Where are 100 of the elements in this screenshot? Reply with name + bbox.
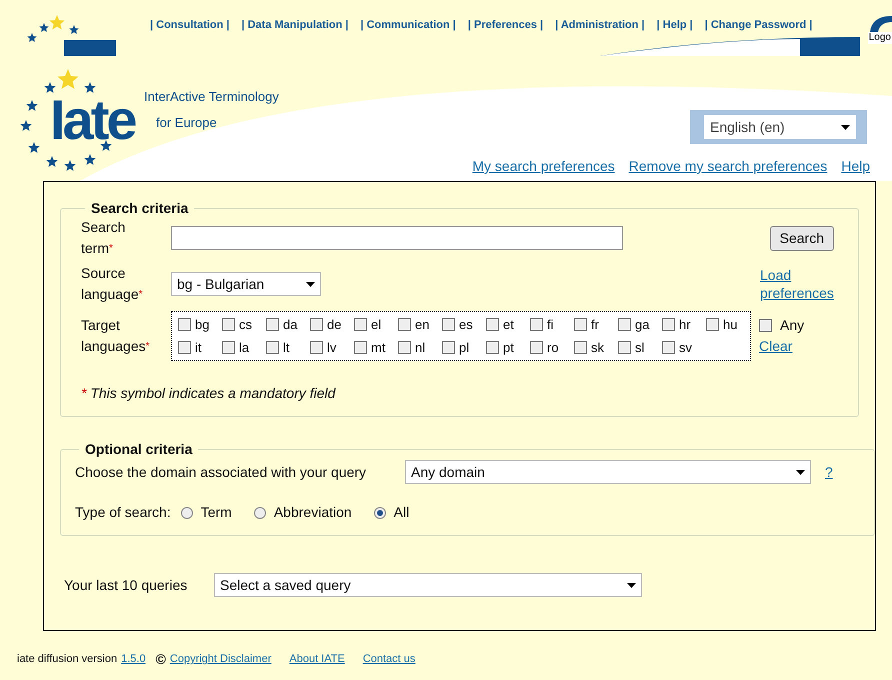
language-code: sl (635, 338, 644, 356)
search-term-field[interactable] (171, 226, 623, 250)
footer-link[interactable]: Copyright Disclaimer (170, 651, 272, 668)
field-label: Search term* (81, 218, 126, 258)
logo-tagline: InterActive Terminology (144, 88, 279, 106)
language-code: sk (591, 338, 604, 356)
checkbox[interactable] (574, 340, 587, 354)
language-code: nl (415, 338, 426, 356)
checkbox[interactable] (706, 318, 719, 332)
language-code: hr (679, 316, 691, 334)
load-preferences-link[interactable]: Load preferences (760, 266, 838, 302)
checkbox[interactable] (662, 340, 675, 354)
language-code: cs (239, 316, 252, 334)
language-code: ga (635, 316, 650, 334)
header-link[interactable]: My search preferences (472, 156, 615, 177)
checkbox[interactable] (442, 318, 455, 332)
checkbox[interactable] (266, 340, 279, 354)
checkbox[interactable] (354, 318, 367, 332)
caret-icon (306, 282, 315, 286)
footer-link[interactable]: Contact us (362, 651, 416, 668)
copyright-symbol: © (156, 650, 166, 669)
checkbox[interactable] (222, 318, 235, 332)
language-code: lt (283, 338, 290, 356)
language-code: bg (195, 316, 210, 334)
field-label: Choose the domain associated with your query (75, 462, 368, 482)
language-code: et (503, 316, 514, 334)
checkbox[interactable] (178, 318, 191, 332)
field-label: Source language* (81, 264, 144, 304)
language-code: da (283, 316, 298, 334)
checkbox[interactable] (618, 318, 631, 332)
nav-link[interactable]: | Consultation | (150, 17, 230, 34)
group-title: Optional criteria (84, 440, 194, 459)
checkbox[interactable] (574, 318, 587, 332)
language-code: it (195, 338, 202, 356)
checkbox[interactable] (398, 318, 411, 332)
caret-icon (841, 124, 850, 130)
language-code: lv (327, 338, 336, 356)
language-code: el (371, 316, 382, 334)
nav-link[interactable]: | Change Password | (704, 17, 812, 34)
checkbox[interactable] (178, 340, 191, 354)
checkbox[interactable] (486, 340, 499, 354)
help-link[interactable]: ? (825, 462, 833, 482)
saved-query-select[interactable]: Select a saved query (214, 573, 642, 597)
language-code: fi (547, 316, 554, 334)
radio-label: Abbreviation (274, 503, 352, 522)
radio-button[interactable] (254, 506, 266, 518)
language-code: sv (679, 338, 692, 356)
language-code: hu (723, 316, 738, 334)
clear-link[interactable]: Clear (759, 336, 804, 357)
nav-link[interactable]: | Help | (656, 17, 693, 34)
checkbox[interactable] (530, 340, 543, 354)
checkbox[interactable] (266, 318, 279, 332)
footer-link[interactable]: About IATE (289, 651, 345, 668)
checkbox-label: Any (780, 316, 804, 335)
language-code: fr (591, 316, 599, 334)
radio-label: Term (200, 503, 232, 522)
checkbox[interactable] (486, 318, 499, 332)
caret-icon (627, 582, 636, 588)
radio-label: All (394, 503, 410, 522)
language-code: pl (459, 338, 470, 357)
nav-link[interactable]: | Data Manipulation | (241, 17, 348, 34)
nav-link[interactable]: | Administration | (555, 17, 645, 34)
checkbox[interactable] (310, 340, 323, 354)
language-code: la (239, 338, 250, 356)
version-link[interactable]: 1.5.0 (121, 651, 146, 668)
checkbox[interactable] (222, 340, 235, 354)
checkbox[interactable] (310, 318, 323, 332)
field-label: Your last 10 queries (64, 576, 188, 595)
interface-language-select[interactable]: English (en) (704, 115, 856, 139)
checkbox[interactable] (530, 318, 543, 332)
header-link[interactable]: Remove my search preferences (628, 156, 828, 177)
checkbox[interactable] (442, 340, 455, 354)
domain-select[interactable]: Any domain (405, 460, 811, 484)
source-language-select[interactable]: bg - Bulgarian (171, 272, 321, 296)
checkbox[interactable] (759, 319, 772, 332)
checkbox[interactable] (618, 340, 631, 354)
language-code: de (327, 316, 342, 334)
iate-logo: Iate (12, 66, 142, 176)
checkbox[interactable] (398, 340, 411, 354)
logo-tagline: for Europe (156, 114, 218, 132)
search-button[interactable]: Search (770, 226, 834, 250)
header-link[interactable]: Help (841, 156, 870, 177)
language-code: en (415, 316, 430, 334)
radio-button[interactable] (374, 506, 386, 518)
language-code: ro (547, 338, 559, 356)
language-code: pt (503, 338, 514, 357)
caret-icon (796, 470, 805, 474)
checkbox[interactable] (662, 318, 675, 332)
version-label: iate diffusion version (17, 652, 118, 668)
language-code: es (459, 316, 473, 334)
nav-link[interactable]: | Preferences | (468, 17, 544, 34)
checkbox[interactable] (354, 340, 367, 354)
logout-button[interactable]: Logo (862, 16, 892, 44)
radio-button[interactable] (180, 506, 193, 518)
mandatory-note: * This symbol indicates a mandatory field (81, 384, 337, 403)
field-label: Target languages* (81, 316, 151, 356)
language-code: mt (371, 338, 386, 356)
group-title: Search criteria (90, 199, 190, 218)
nav-link[interactable]: | Communication | (360, 17, 456, 34)
field-label: Type of search: (75, 503, 171, 522)
